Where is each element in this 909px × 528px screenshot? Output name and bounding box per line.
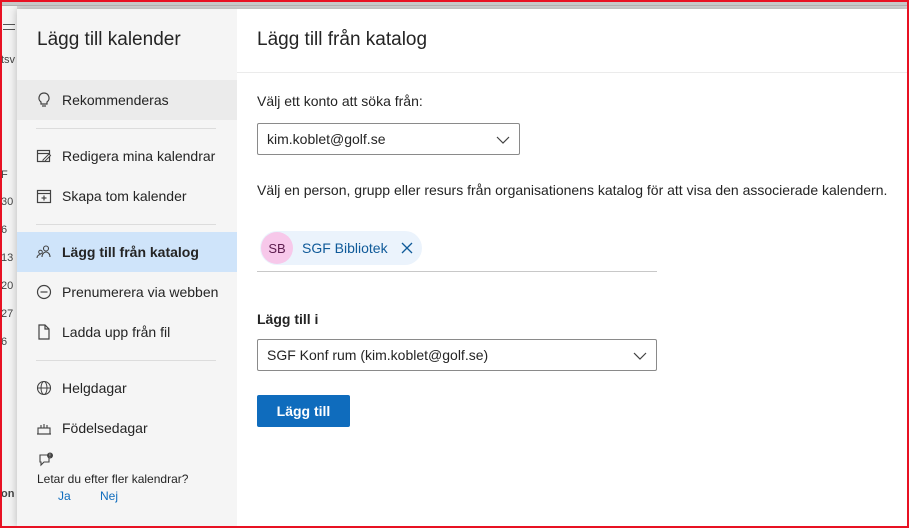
- svg-text:!: !: [49, 454, 50, 460]
- feedback-bubble-icon: !: [38, 452, 54, 473]
- hamburger-menu-icon: [3, 24, 15, 34]
- bg-text: tsv: [1, 54, 16, 66]
- nav-item-subscribe-web[interactable]: Prenumerera via webben: [17, 272, 237, 312]
- nav-item-holidays[interactable]: Helgdagar: [17, 368, 237, 408]
- nav-item-birthdays[interactable]: Födelsedagar: [17, 408, 237, 448]
- sidebar-title: Lägg till kalender: [37, 29, 181, 50]
- bg-text: 6: [1, 336, 8, 348]
- birthday-cake-icon: [36, 420, 52, 436]
- lightbulb-icon: [36, 92, 52, 108]
- yes-link[interactable]: Ja: [58, 489, 71, 503]
- chip-name: SGF Bibliotek: [302, 240, 388, 256]
- header-divider: [237, 72, 907, 73]
- nav-label: Helgdagar: [62, 380, 127, 396]
- chevron-down-icon: [633, 349, 647, 365]
- bg-text: 20: [1, 280, 14, 292]
- nav-label: Lägg till från katalog: [62, 244, 199, 260]
- add-button[interactable]: Lägg till: [257, 395, 350, 427]
- link-icon: [36, 284, 52, 300]
- add-to-label: Lägg till i: [257, 311, 319, 327]
- nav-label: Redigera mina kalendrar: [62, 148, 216, 164]
- bg-text: 30: [1, 196, 14, 208]
- account-label: Välj ett konto att söka från:: [257, 93, 423, 109]
- divider: [36, 360, 216, 361]
- nav-label: Ladda upp från fil: [62, 324, 171, 340]
- nav-item-create-blank[interactable]: Skapa tom kalender: [17, 176, 237, 216]
- bg-text: F: [1, 169, 8, 181]
- no-link[interactable]: Nej: [100, 489, 118, 503]
- window-top-bar: [0, 0, 909, 6]
- people-directory-icon: [36, 244, 52, 260]
- globe-icon: [36, 380, 52, 396]
- main-panel: Lägg till från katalog Välj ett konto at…: [237, 9, 907, 526]
- selected-person-chip: SB SGF Bibliotek: [260, 231, 422, 265]
- more-calendars-prompt: Letar du efter fler kalendrar?: [37, 472, 189, 486]
- background-calendar-strip: tsv F 30 6 13 20 27 6 on: [0, 6, 17, 526]
- avatar: SB: [261, 232, 293, 264]
- file-upload-icon: [36, 324, 52, 340]
- page-title: Lägg till från katalog: [257, 29, 428, 50]
- bg-text: on: [1, 488, 15, 500]
- bg-text: 13: [1, 252, 14, 264]
- add-to-select[interactable]: SGF Konf rum (kim.koblet@golf.se): [257, 339, 657, 371]
- sidebar: Lägg till kalender Rekommenderas Rediger…: [17, 9, 237, 526]
- add-to-select-value: SGF Konf rum (kim.koblet@golf.se): [267, 347, 489, 363]
- add-calendar-icon: [36, 188, 52, 204]
- nav-item-upload-file[interactable]: Ladda upp från fil: [17, 312, 237, 352]
- account-select-value: kim.koblet@golf.se: [267, 131, 386, 147]
- nav-item-add-from-directory[interactable]: Lägg till från katalog: [17, 232, 237, 272]
- nav-label: Födelsedagar: [62, 420, 148, 436]
- bg-text: 27: [1, 308, 14, 320]
- add-calendar-dialog: Lägg till kalender Rekommenderas Rediger…: [17, 9, 907, 526]
- nav-label: Prenumerera via webben: [62, 284, 219, 300]
- nav-label: Rekommenderas: [62, 92, 169, 108]
- close-icon[interactable]: [401, 241, 413, 259]
- nav-label: Skapa tom kalender: [62, 188, 187, 204]
- divider: [36, 128, 216, 129]
- nav-item-recommended[interactable]: Rekommenderas: [17, 80, 237, 120]
- chevron-down-icon: [496, 133, 510, 149]
- nav-item-edit-calendars[interactable]: Redigera mina kalendrar: [17, 136, 237, 176]
- edit-calendar-icon: [36, 148, 52, 164]
- account-select[interactable]: kim.koblet@golf.se: [257, 123, 520, 155]
- bg-text: 6: [1, 224, 8, 236]
- directory-description: Välj en person, grupp eller resurs från …: [257, 182, 888, 198]
- search-field-underline: [257, 271, 657, 272]
- divider: [36, 224, 216, 225]
